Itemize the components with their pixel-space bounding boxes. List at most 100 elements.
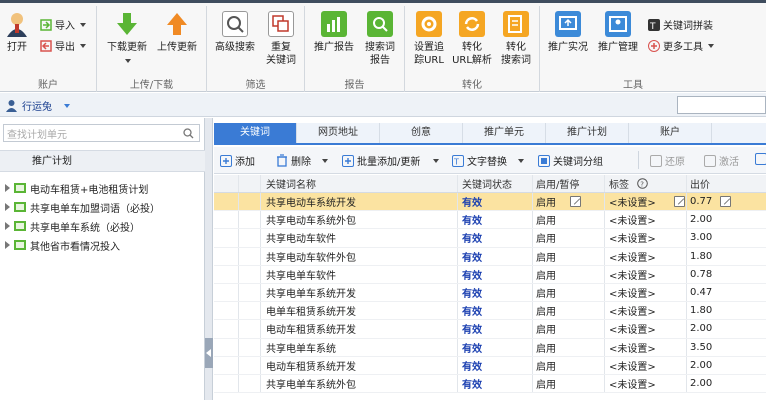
tag-cell[interactable]: <未设置> (609, 193, 685, 210)
enable-cell[interactable]: 启用 (536, 211, 556, 228)
activate-button[interactable]: 激活 (704, 153, 739, 168)
tab-2[interactable]: 创意 (380, 123, 463, 143)
keyword-name-cell[interactable]: 共享电单车系统 (266, 339, 336, 356)
bid-cell[interactable]: 1.80 (690, 248, 712, 265)
table-row[interactable]: 共享电单车系统开发 有效 启用 <未设置> 0.47 (214, 283, 766, 303)
bid-cell[interactable]: 2.00 (690, 375, 712, 392)
restore-button[interactable]: 还原 (650, 153, 685, 168)
enable-cell[interactable]: 启用 (536, 229, 556, 246)
delete-button[interactable]: 删除 (276, 153, 328, 168)
bid-cell[interactable]: 2.00 (690, 320, 712, 337)
batch-add-update-button[interactable]: 批量添加/更新 (342, 153, 440, 168)
tag-cell[interactable]: <未设置> (609, 375, 656, 392)
keyword-name-cell[interactable]: 共享电单车软件 (266, 266, 336, 283)
tab-4[interactable]: 推广计划 (546, 123, 629, 143)
keyword-name-cell[interactable]: 电动车租赁系统开发 (266, 357, 356, 374)
bid-cell[interactable]: 2.00 (690, 357, 712, 374)
tab-1[interactable]: 网页地址 (297, 123, 380, 143)
col-tag[interactable]: 标签 ? (609, 175, 648, 192)
global-search-input[interactable] (677, 96, 766, 114)
text-replace-button[interactable]: T 文字替换 (452, 153, 524, 168)
bid-cell[interactable]: 2.00 (690, 211, 712, 228)
edit-icon[interactable] (570, 196, 581, 208)
search-term-report-button[interactable]: 搜索词 报告 (359, 11, 401, 67)
bid-cell[interactable]: 0.47 (690, 284, 712, 301)
import-button[interactable]: 导入 (40, 17, 86, 32)
advanced-search-button[interactable]: 高级搜索 (213, 11, 257, 54)
open-button[interactable]: 打开 (4, 11, 30, 54)
duplicate-keyword-button[interactable]: 重复 关键词 (261, 11, 301, 67)
tag-cell[interactable]: <未设置> (609, 357, 656, 374)
tag-cell[interactable]: <未设置> (609, 339, 656, 356)
col-keyword-name[interactable]: 关键词名称 (266, 175, 316, 192)
export-button[interactable]: 导出 (40, 38, 86, 53)
promotion-realtime-button[interactable]: 推广实况 (546, 11, 590, 54)
enable-cell[interactable]: 启用 (536, 339, 556, 356)
keyword-name-cell[interactable]: 共享电动车软件外包 (266, 248, 356, 265)
expand-arrow-icon[interactable] (5, 184, 10, 192)
enable-cell[interactable]: 启用 (536, 357, 556, 374)
tag-cell[interactable]: <未设置> (609, 229, 656, 246)
plan-tree-item[interactable]: 共享电单车加盟词语（必投） (0, 197, 205, 217)
promotion-report-button[interactable]: 推广报告 (313, 11, 355, 54)
tag-cell[interactable]: <未设置> (609, 284, 656, 301)
upload-update-button[interactable]: 上传更新 (155, 11, 199, 54)
plan-tree-item[interactable]: 其他省市看情况投入 (0, 235, 205, 255)
promotion-manage-button[interactable]: 推广管理 (596, 11, 640, 54)
table-row[interactable]: 共享电动车系统外包 有效 启用 <未设置> 2.00 (214, 211, 766, 230)
table-row[interactable]: 共享电动车软件外包 有效 启用 <未设置> 1.80 (214, 247, 766, 266)
account-switcher[interactable]: 行运兔 (5, 98, 70, 113)
more-tools-button[interactable]: 更多工具 (648, 38, 714, 53)
tag-cell[interactable]: <未设置> (609, 211, 656, 228)
col-bid[interactable]: 出价 (690, 175, 710, 192)
tag-cell[interactable]: <未设置> (609, 266, 656, 283)
col-enable-pause[interactable]: 启用/暂停 (536, 175, 579, 192)
bid-cell[interactable]: 3.50 (690, 339, 712, 356)
bid-cell[interactable]: 1.80 (690, 302, 712, 319)
enable-cell[interactable]: 启用 (536, 248, 556, 265)
plan-tree-item[interactable]: 共享电单车系统（必投） (0, 216, 205, 236)
download-update-button[interactable]: 下载更新 (105, 11, 149, 67)
overflow-button[interactable] (755, 153, 766, 165)
keyword-group-button[interactable]: 关键词分组 (538, 153, 603, 168)
table-row[interactable]: 电单车租赁系统开发 有效 启用 <未设置> 1.80 (214, 302, 766, 321)
table-row[interactable]: 共享电单车系统 有效 启用 <未设置> 3.50 (214, 338, 766, 357)
plan-tree-item[interactable]: 电动车租赁+电池租赁计划 (0, 178, 205, 198)
collapse-handle[interactable] (205, 338, 213, 368)
bid-cell[interactable]: 3.00 (690, 229, 712, 246)
keyword-name-cell[interactable]: 电动车租赁系统开发 (266, 320, 356, 337)
enable-cell[interactable]: 启用 (536, 266, 556, 283)
tag-cell[interactable]: <未设置> (609, 248, 656, 265)
set-tracking-url-button[interactable]: 设置追 踪URL (409, 11, 449, 67)
convert-search-term-button[interactable]: 转化 搜索词 (495, 11, 537, 67)
table-row[interactable]: 共享电单车软件 有效 启用 <未设置> 0.78 (214, 265, 766, 284)
keyword-combine-button[interactable]: T 关键词拼装 (648, 17, 713, 32)
enable-cell[interactable]: 启用 (536, 375, 556, 392)
table-row[interactable]: 电动车租赁系统开发 有效 启用 <未设置> 2.00 (214, 356, 766, 375)
enable-cell[interactable]: 启用 (536, 193, 581, 210)
col-keyword-status[interactable]: 关键词状态 (462, 175, 512, 192)
enable-cell[interactable]: 启用 (536, 284, 556, 301)
convert-url-parse-button[interactable]: 转化 URL解析 (451, 11, 493, 67)
expand-arrow-icon[interactable] (5, 241, 10, 249)
edit-icon[interactable] (673, 196, 685, 208)
keyword-name-cell[interactable]: 电单车租赁系统开发 (266, 302, 356, 319)
expand-arrow-icon[interactable] (5, 222, 10, 230)
bid-cell[interactable]: 0.78 (690, 266, 712, 283)
table-row[interactable]: 电动车租赁系统开发 有效 启用 <未设置> 2.00 (214, 320, 766, 339)
edit-icon[interactable] (720, 196, 732, 208)
keyword-name-cell[interactable]: 共享电动车系统外包 (266, 211, 356, 228)
tab-0[interactable]: 关键词 (214, 123, 297, 143)
expand-arrow-icon[interactable] (5, 203, 10, 211)
tab-3[interactable]: 推广单元 (463, 123, 546, 143)
keyword-name-cell[interactable]: 共享电单车系统开发 (266, 284, 356, 301)
add-button[interactable]: 添加 (220, 153, 255, 168)
plan-search-input[interactable]: 查找计划单元 (3, 124, 200, 142)
sidebar-splitter[interactable] (205, 118, 213, 400)
tag-cell[interactable]: <未设置> (609, 320, 656, 337)
keyword-name-cell[interactable]: 共享电单车系统外包 (266, 375, 356, 392)
bid-cell[interactable]: 0.77 (690, 193, 732, 210)
table-row[interactable]: 共享电动车软件 有效 启用 <未设置> 3.00 (214, 229, 766, 248)
table-row[interactable]: 共享电单车系统外包 有效 启用 <未设置> 2.00 (214, 374, 766, 394)
keyword-name-cell[interactable]: 共享电动车系统开发 (266, 193, 356, 210)
